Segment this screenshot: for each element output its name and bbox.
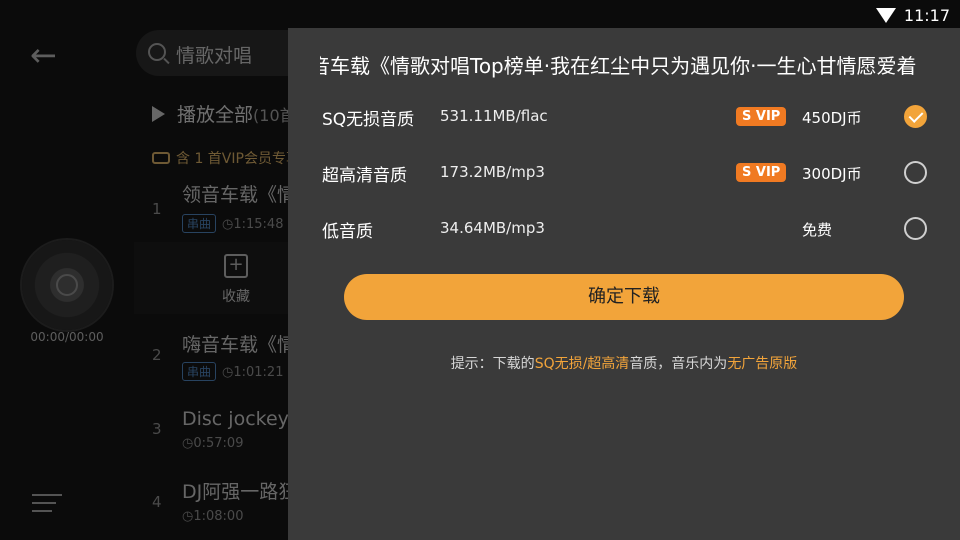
clock-time: 11:17 [903,5,950,25]
quality-option-hd[interactable]: 超高清音质 173.2MB/mp3 S VIP 300DJ币 [288,153,960,193]
download-quality-sheet: 音车载《情歌对唱Top榜单·我在红尘中只为遇见你·一生心甘情愿爱着 SQ无损音质… [288,28,960,540]
radio-unchecked-icon[interactable] [904,217,927,240]
file-size: 34.64MB/mp3 [440,219,545,237]
sheet-title-text: 音车载《情歌对唱Top榜单·我在红尘中只为遇见你·一生心甘情愿爱着 [320,54,917,78]
price: 300DJ币 [802,165,862,183]
quality-option-sq[interactable]: SQ无损音质 531.11MB/flac S VIP 450DJ币 [288,97,960,137]
wifi-icon [875,7,896,23]
tip-middle: 音质，音乐内为 [629,356,728,372]
tip-prefix: 提示：下载的 [450,356,535,372]
download-tip: 提示：下载的SQ无损/超高清音质，音乐内为无广告原版 [288,353,960,373]
status-bar: 11:17 [875,4,950,26]
confirm-download-button[interactable]: 确定下载 [344,274,904,320]
quality-name: 低音质 [322,222,373,242]
file-size: 531.11MB/flac [440,107,548,125]
svip-badge: S VIP [736,163,787,182]
svip-badge: S VIP [736,107,787,126]
radio-checked-icon[interactable] [904,105,927,128]
price: 免费 [802,221,833,239]
file-size: 173.2MB/mp3 [440,163,545,181]
quality-name: 超高清音质 [322,166,407,186]
sheet-title: 音车载《情歌对唱Top榜单·我在红尘中只为遇见你·一生心甘情愿爱着 [320,50,925,79]
quality-option-low[interactable]: 低音质 34.64MB/mp3 免费 [288,209,960,249]
tip-highlight-adfree: 无广告原版 [727,356,798,372]
quality-name: SQ无损音质 [322,110,415,130]
radio-unchecked-icon[interactable] [904,161,927,184]
tip-highlight-quality: SQ无损/超高清 [534,356,630,372]
price: 450DJ币 [802,109,862,127]
